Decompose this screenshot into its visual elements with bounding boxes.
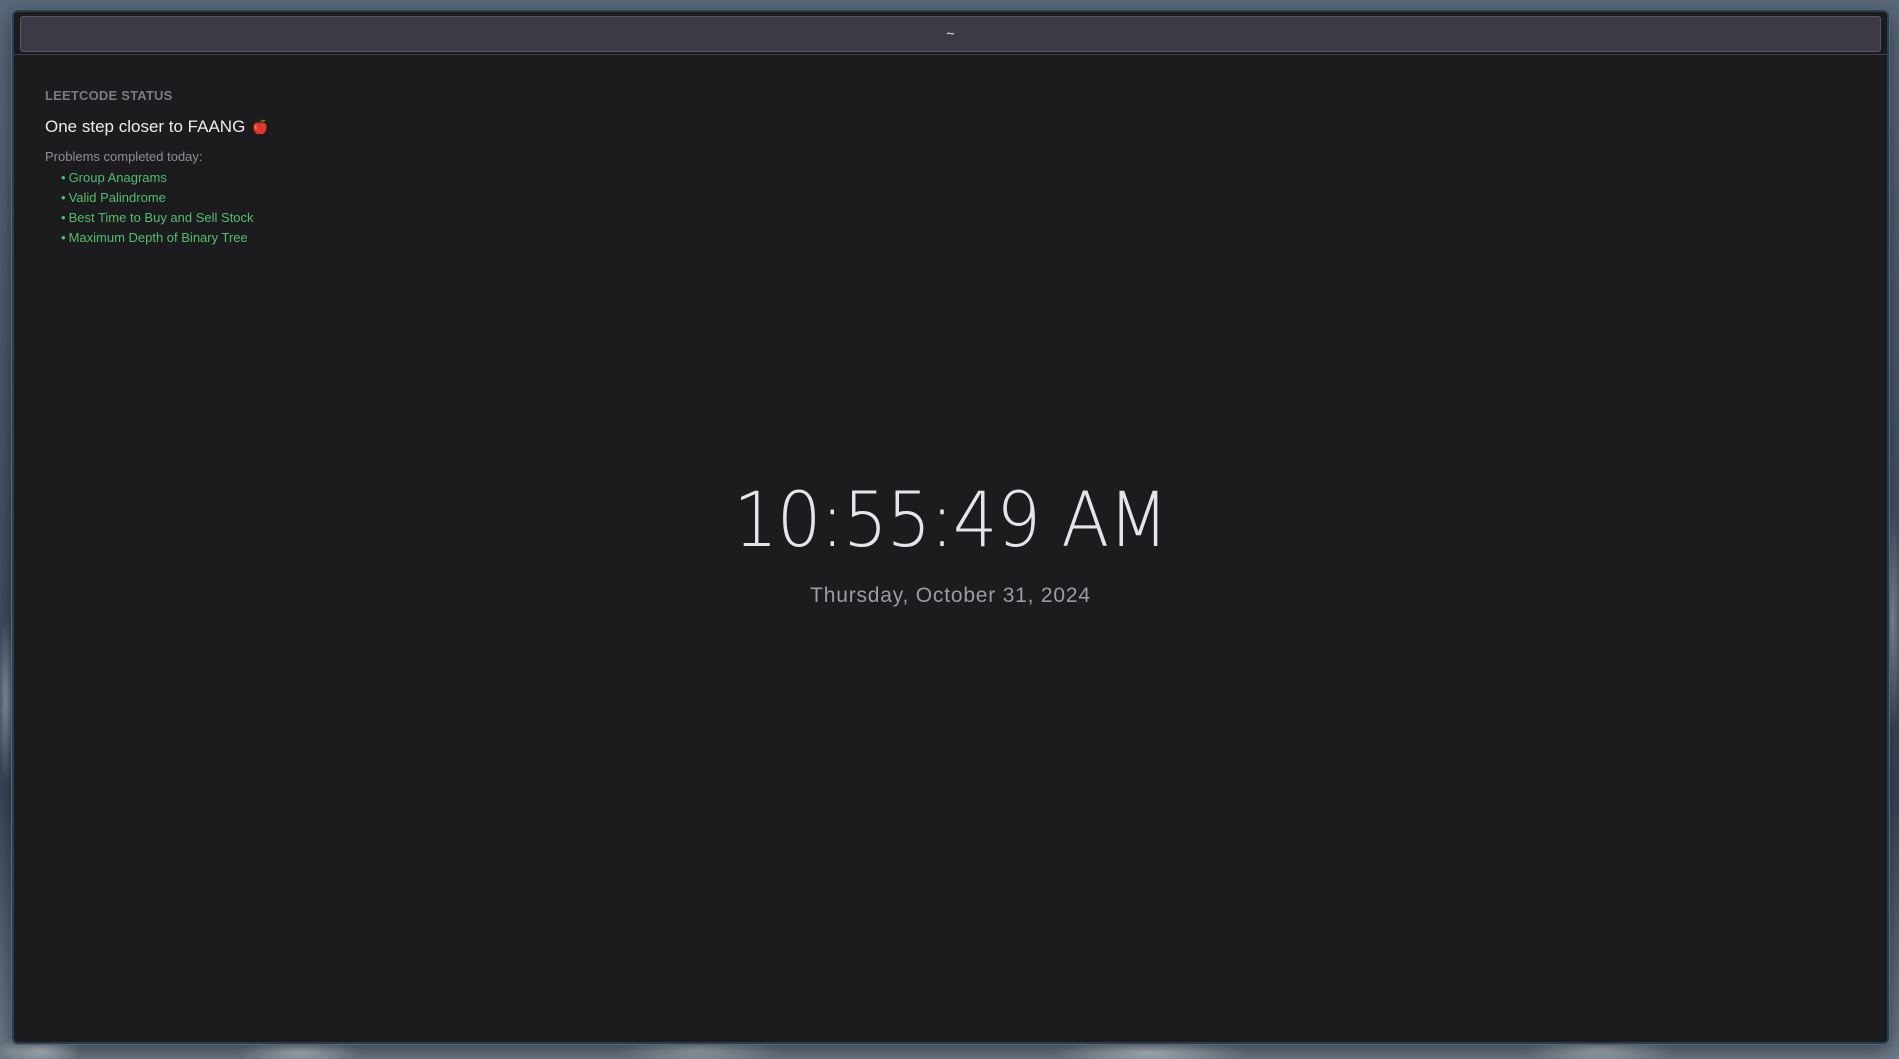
problem-item[interactable]: • Group Anagrams	[61, 168, 269, 188]
problem-item[interactable]: • Maximum Depth of Binary Tree	[61, 228, 269, 248]
problem-item[interactable]: • Best Time to Buy and Sell Stock	[61, 208, 269, 228]
problem-title: Valid Palindrome	[68, 190, 166, 205]
problem-title: Group Anagrams	[68, 170, 167, 185]
problem-list: • Group Anagrams • Valid Palindrome • Best …	[45, 168, 269, 248]
window-title: ~	[946, 26, 955, 42]
leetcode-status-panel: LEETCODE STATUS One step closer to FAANG…	[45, 88, 269, 248]
status-headline: One step closer to FAANG	[45, 117, 269, 137]
bullet: •	[61, 190, 66, 205]
title-divider	[14, 54, 1887, 55]
apple-icon	[251, 118, 269, 136]
title-bar[interactable]: ~	[20, 16, 1881, 52]
problem-item[interactable]: • Valid Palindrome	[61, 188, 269, 208]
problem-title: Maximum Depth of Binary Tree	[68, 230, 248, 245]
terminal-window[interactable]: ~ LEETCODE STATUS One step closer to FAA…	[12, 10, 1889, 1044]
problems-label: Problems completed today:	[45, 149, 203, 164]
bullet: •	[61, 170, 66, 185]
clock: 10:55:49 AM Thursday, October 31, 2024	[14, 482, 1887, 608]
status-headline-text: One step closer to FAANG	[45, 117, 246, 136]
clock-time: 10:55:49 AM	[733, 475, 1168, 564]
bullet: •	[61, 210, 66, 225]
status-label: LEETCODE STATUS	[45, 88, 173, 103]
clock-date: Thursday, October 31, 2024	[810, 584, 1091, 607]
problem-title: Best Time to Buy and Sell Stock	[68, 210, 254, 225]
bullet: •	[61, 230, 66, 245]
